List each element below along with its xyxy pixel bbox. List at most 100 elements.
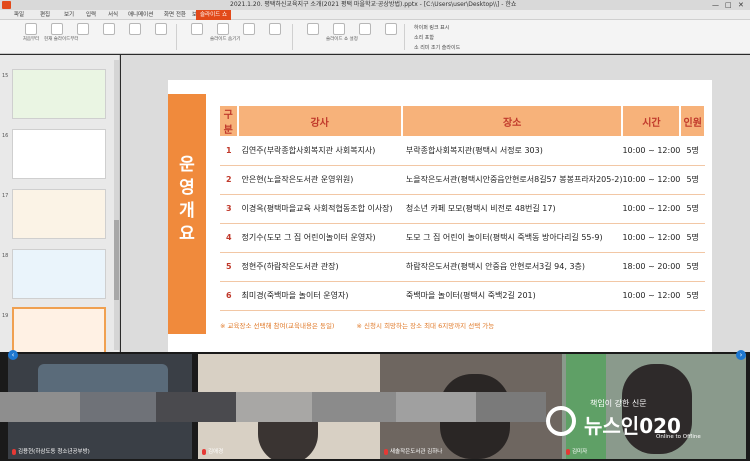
menu-file[interactable]: 파일 <box>14 10 24 20</box>
ribbon-button[interactable]: 슬라이드 숨기기 <box>210 23 241 51</box>
ribbon-button[interactable] <box>70 23 96 51</box>
capacity-cell: 5명 <box>680 223 705 253</box>
menu-format[interactable]: 서식 <box>108 10 118 20</box>
venue-cell: 청소년 카페 모모(평택시 비전로 48번길 17) <box>401 194 623 224</box>
ribbon-separator <box>292 24 293 50</box>
ribbon-button[interactable] <box>352 23 378 51</box>
slide-thumbnail-17[interactable] <box>12 189 106 239</box>
note-venue: ※ 교육장소 선택해 참여(교육내용은 동일) <box>220 322 335 330</box>
slide-side-band: 운영개요 <box>168 94 206 334</box>
time-cell: 10:00 ~ 12:00 <box>622 136 681 166</box>
news-watermark: 책임이 강한 신문 뉴스인020 Online to Offline <box>546 398 750 448</box>
ribbon-button[interactable]: 슬라이드 쇼 설정 <box>326 23 358 51</box>
window-title: 2021.1.20. 평택하신교육지구 소개(2021 평택 마을학교·공상방법… <box>230 1 517 8</box>
row-number: 1 <box>220 136 238 166</box>
menu-transition[interactable]: 화면 전환 <box>164 10 186 20</box>
slide-number: 18 <box>2 253 9 259</box>
ribbon-button[interactable] <box>184 23 210 51</box>
next-page-button[interactable]: › <box>736 350 746 360</box>
slide-notes: ※ 교육장소 선택해 참여(교육내용은 동일) ※ 신청시 희망하는 장소 최대… <box>220 320 514 330</box>
ribbon-button[interactable] <box>378 23 404 51</box>
ribbon-button[interactable] <box>236 23 262 51</box>
ribbon-tool-icon <box>77 23 89 35</box>
menu-slideshow[interactable]: 슬라이드 쇼 <box>196 10 232 20</box>
slide-number: 19 <box>2 313 9 319</box>
row-number: 2 <box>220 165 238 195</box>
time-cell: 10:00 ~ 12:00 <box>622 194 681 224</box>
row-number: 6 <box>220 281 238 311</box>
table-row: 3 이경옥(평택마을교육 사회적협동조합 이사장) 청소년 카페 모모(평택시 비전… <box>220 194 705 224</box>
menu-edit[interactable]: 편집 <box>40 10 50 20</box>
participant-name: 김애경 <box>202 447 223 455</box>
ribbon-option[interactable]: 하이퍼 링크 표시 <box>414 24 449 31</box>
menu-animation[interactable]: 애니메이션 <box>128 10 153 20</box>
table-row: 5 정현주(하람작은도서관 관장) 하람작은도서관(평택시 안중읍 안현로서3길 9… <box>220 252 705 282</box>
brand-logo-icon <box>546 406 576 436</box>
mic-muted-icon <box>202 448 206 455</box>
ribbon-toolbar: 처음부터 현재 슬라이드부터 슬라이드 숨기기 슬라이드 쇼 설정 하이퍼 링크 표시소… <box>0 20 750 54</box>
ribbon-tool-icon <box>129 23 141 35</box>
slide-side-title: 운영개요 <box>179 155 195 244</box>
menu-view[interactable]: 보기 <box>64 10 74 20</box>
slide-number: 17 <box>2 193 9 199</box>
ribbon-button-label: 슬라이드 쇼 설정 <box>326 37 358 42</box>
participant-name: 새솔작은도서관 김하나 <box>384 447 442 455</box>
slide-thumbnail-15[interactable] <box>12 69 106 119</box>
time-cell: 10:00 ~ 12:00 <box>622 281 681 311</box>
lecturer-cell: 정기수(도모 그 집 어린이놀이터 운영자) <box>237 223 402 253</box>
row-number: 3 <box>220 194 238 224</box>
ribbon-tool-icon <box>307 23 319 35</box>
ribbon-option[interactable]: 소리 포함 <box>414 34 434 41</box>
column-header: 인원 <box>680 106 706 136</box>
menu-insert[interactable]: 입력 <box>86 10 96 20</box>
minimize-button[interactable]: — <box>712 0 719 10</box>
capacity-cell: 5명 <box>680 281 705 311</box>
title-bar: 2021.1.20. 평택하신교육지구 소개(2021 평택 마을학교·공상방법… <box>0 0 750 10</box>
ribbon-button[interactable]: 현재 슬라이드부터 <box>44 23 79 51</box>
panel-scroll-thumb[interactable] <box>114 220 119 300</box>
ribbon-button[interactable] <box>262 23 288 51</box>
column-header: 구분 <box>220 106 239 136</box>
venue-cell: 도모 그 집 어린이 놀이터(평택시 죽백동 방아다리길 55-9) <box>401 223 623 253</box>
mic-muted-icon <box>566 448 570 455</box>
time-cell: 10:00 ~ 12:00 <box>622 223 681 253</box>
table-row: 2 안은현(노을작은도서관 운영위원) 노을작은도서관(평택시안중읍안현로서8길57… <box>220 165 705 195</box>
venue-cell: 부락종합사회복지관(평택시 서정로 303) <box>401 136 623 166</box>
note-preference: ※ 신청시 희망하는 장소 최대 6지망까지 선택 가능 <box>356 322 495 330</box>
participant-name: 김미자 <box>566 447 587 455</box>
table-header-row: 구분 강사 장소 시간 인원 <box>220 106 706 136</box>
capacity-cell: 5명 <box>680 194 705 224</box>
venue-cell: 죽백마을 놀이터(평택시 죽백2길 201) <box>401 281 623 311</box>
time-cell: 18:00 ~ 20:00 <box>622 252 681 282</box>
ribbon-button[interactable]: 처음부터 <box>18 23 44 51</box>
table-row: 4 정기수(도모 그 집 어린이놀이터 운영자) 도모 그 집 어린이 놀이터(평택… <box>220 223 705 253</box>
menu-bar: 파일 편집 보기 입력 서식 애니메이션 화면 전환 보기 슬라이드 쇼 <box>0 10 750 20</box>
lecturer-cell: 정현주(하람작은도서관 관장) <box>237 252 402 282</box>
slide-thumbnail-19[interactable] <box>12 307 106 357</box>
slide-thumbnail-18[interactable] <box>12 249 106 299</box>
ribbon-button-label: 처음부터 <box>22 37 40 42</box>
capacity-cell: 5명 <box>680 136 705 166</box>
ribbon-button-label: 슬라이드 숨기기 <box>210 37 241 42</box>
table-row: 1 김연주(부락종합사회복지관 사회복지사) 부락종합사회복지관(평택시 서정로 3… <box>220 136 705 166</box>
prev-page-button[interactable]: ‹ <box>8 350 18 360</box>
time-cell: 10:00 ~ 12:00 <box>622 165 681 195</box>
panel-scrollbar[interactable] <box>114 60 119 350</box>
column-header: 강사 <box>237 106 403 136</box>
ribbon-tool-icon <box>103 23 115 35</box>
ribbon-button[interactable] <box>122 23 148 51</box>
column-header: 시간 <box>622 106 682 136</box>
ribbon-button[interactable] <box>148 23 174 51</box>
participant-name: 김용현(하삼도동 청소년공부방) <box>12 447 90 455</box>
slide-thumbnail-16[interactable] <box>12 129 106 179</box>
venue-cell: 노을작은도서관(평택시안중읍안현로서8길57 봉봉프라자205-2) <box>401 165 623 195</box>
close-button[interactable]: ✕ <box>738 0 744 10</box>
ribbon-tool-icon <box>385 23 397 35</box>
current-slide[interactable]: 운영개요 구분 강사 장소 시간 인원 1 김연주(부락종합사회복지관 사회복지사… <box>168 80 712 352</box>
ribbon-button[interactable] <box>96 23 122 51</box>
maximize-button[interactable]: □ <box>725 0 732 10</box>
ribbon-option[interactable]: 소 리미 조기 슬라이드 <box>414 44 460 51</box>
lecturer-cell: 안은현(노을작은도서관 운영위원) <box>237 165 402 195</box>
ribbon-button[interactable] <box>300 23 326 51</box>
row-number: 4 <box>220 223 238 253</box>
